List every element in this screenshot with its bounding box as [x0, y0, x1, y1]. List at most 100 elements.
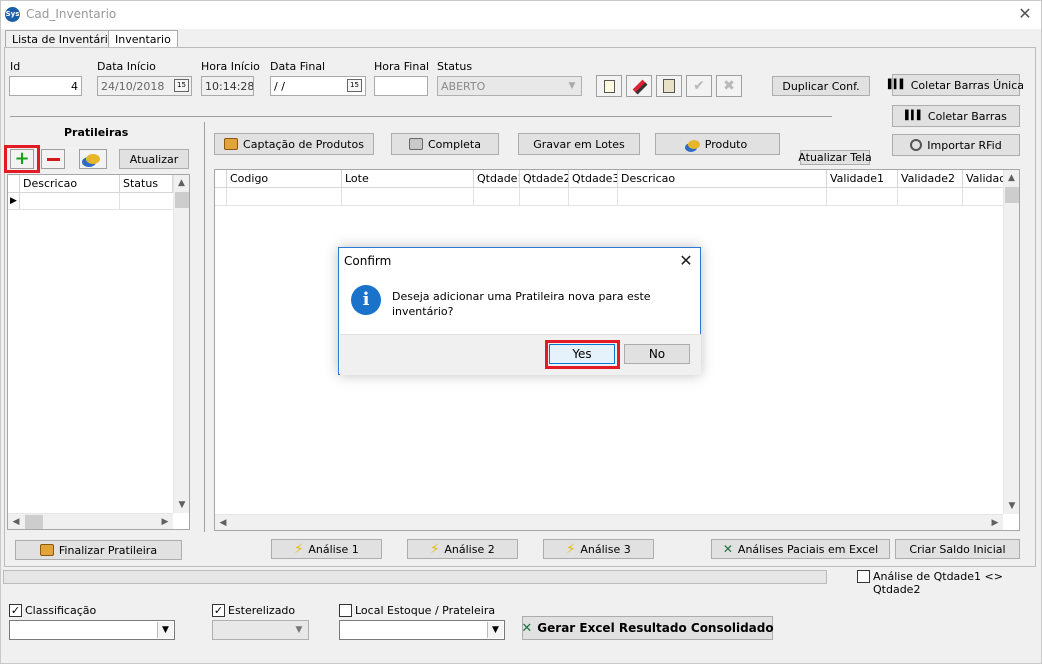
prateleiras-title: Pratileiras [64, 126, 129, 139]
esterelizado-select[interactable]: ▼ [212, 620, 309, 640]
coins-icon [86, 154, 100, 164]
completa-button[interactable]: Completa [391, 133, 499, 155]
column-header[interactable]: Qtdade2 [520, 170, 569, 187]
classificacao-select[interactable]: ▼ [9, 620, 175, 640]
vertical-scrollbar[interactable]: ▲ ▼ [1003, 170, 1019, 514]
scroll-up-icon[interactable]: ▲ [1004, 170, 1019, 186]
scroll-thumb[interactable] [175, 192, 189, 208]
column-header[interactable]: Status [120, 175, 173, 192]
yes-button[interactable]: Yes [549, 344, 615, 364]
local-estoque-label: Local Estoque / Prateleira [355, 604, 496, 617]
scroll-down-icon[interactable]: ▼ [1004, 498, 1019, 514]
calendar-icon[interactable]: 15 [347, 79, 362, 92]
no-button[interactable]: No [624, 344, 690, 364]
scroll-right-icon[interactable]: ▶ [987, 515, 1003, 530]
dialog-close-button[interactable]: ✕ [675, 250, 697, 272]
column-header[interactable]: Validad [963, 170, 1003, 187]
edit-icon [632, 79, 646, 93]
table-cell[interactable] [520, 188, 569, 205]
table-cell[interactable] [898, 188, 963, 205]
table-cell[interactable] [569, 188, 618, 205]
column-header[interactable]: Descricao [618, 170, 827, 187]
local-estoque-checkbox[interactable] [339, 604, 352, 617]
table-cell[interactable] [827, 188, 898, 205]
gerar-excel-button[interactable]: ✕ Gerar Excel Resultado Consolidado [521, 616, 774, 640]
table-cell[interactable] [474, 188, 520, 205]
analises-excel-button[interactable]: ✕ Análises Paciais em Excel [711, 539, 890, 559]
confirm-dialog: Confirm ✕ i Deseja adicionar uma Pratile… [338, 247, 701, 375]
importar-rfid-button[interactable]: Importar RFid [892, 134, 1020, 156]
excel-icon: ✕ [722, 542, 733, 556]
table-row[interactable] [215, 188, 1003, 206]
scroll-up-icon[interactable]: ▲ [174, 175, 189, 191]
lightning-icon: ⚡ [294, 541, 304, 557]
cancel-button[interactable]: ✖ [716, 75, 742, 97]
finalizar-pratileira-button[interactable]: Finalizar Pratileira [15, 540, 182, 560]
clipboard-button[interactable] [656, 75, 682, 97]
captacao-produtos-label: Captação de Produtos [243, 137, 364, 151]
analise-qtdade-checkbox[interactable] [857, 570, 870, 583]
scroll-left-icon[interactable]: ◀ [215, 515, 231, 530]
atualizar-button[interactable]: Atualizar [119, 149, 189, 169]
horizontal-scrollbar[interactable]: ◀ ▶ [215, 514, 1003, 530]
scroll-down-icon[interactable]: ▼ [174, 497, 189, 513]
captacao-produtos-button[interactable]: Captação de Produtos [214, 133, 374, 155]
table-cell[interactable] [20, 193, 120, 209]
calendar-icon[interactable]: 15 [174, 79, 189, 92]
table-cell[interactable] [227, 188, 342, 205]
window-close-button[interactable]: ✕ [1015, 4, 1035, 24]
criar-saldo-inicial-button[interactable]: Criar Saldo Inicial [895, 539, 1020, 559]
scroll-right-icon[interactable]: ▶ [157, 514, 173, 529]
data-final-label: Data Final [270, 60, 326, 73]
id-field[interactable]: 4 [9, 76, 82, 96]
column-header[interactable]: Qtdade1 [474, 170, 520, 187]
hora-final-field[interactable] [374, 76, 428, 96]
table-cell[interactable] [120, 193, 173, 209]
vertical-scrollbar[interactable]: ▲ ▼ [173, 175, 189, 513]
edit-button[interactable] [626, 75, 652, 97]
cancel-icon: ✖ [723, 78, 735, 94]
new-document-button[interactable] [596, 75, 622, 97]
column-header[interactable]: Descricao [20, 175, 120, 192]
analise-1-button[interactable]: ⚡ Análise 1 [271, 539, 382, 559]
duplicar-conf-button[interactable]: Duplicar Conf. [772, 76, 870, 96]
column-header[interactable]: Lote [342, 170, 474, 187]
refresh-stock-button[interactable] [79, 149, 107, 169]
column-header[interactable]: Validade1 [827, 170, 898, 187]
column-header[interactable]: Codigo [227, 170, 342, 187]
window-title: Cad_Inventario [26, 7, 117, 21]
status-label: Status [437, 60, 473, 73]
local-estoque-select[interactable]: ▼ [339, 620, 505, 640]
analise-2-button[interactable]: ⚡ Análise 2 [407, 539, 518, 559]
esterelizado-checkbox[interactable]: ✓ [212, 604, 225, 617]
classificacao-checkbox[interactable]: ✓ [9, 604, 22, 617]
column-header[interactable]: Qtdade3 [569, 170, 618, 187]
produto-button[interactable]: Produto [655, 133, 780, 155]
plus-icon: + [14, 148, 30, 169]
hora-inicio-field[interactable]: 10:14:28 [201, 76, 254, 96]
coletar-barras-button[interactable]: ▌▍▌ Coletar Barras [892, 105, 1020, 127]
hora-inicio-label: Hora Início [201, 60, 260, 73]
dialog-title: Confirm [344, 254, 392, 268]
add-prateleira-button[interactable]: + [10, 149, 34, 169]
minus-icon [46, 157, 60, 161]
column-header[interactable]: Validade2 [898, 170, 963, 187]
confirm-button[interactable]: ✔ [686, 75, 712, 97]
scroll-left-icon[interactable]: ◀ [8, 514, 24, 529]
prateleiras-grid[interactable]: Descricao Status ▶ ▲ ▼ ◀ ▶ [7, 174, 190, 530]
analise-3-button[interactable]: ⚡ Análise 3 [543, 539, 654, 559]
row-pointer-icon: ▶ [8, 193, 20, 209]
completa-label: Completa [428, 137, 481, 151]
table-cell[interactable] [342, 188, 474, 205]
scroll-thumb[interactable] [1005, 187, 1019, 203]
coletar-barras-unica-button[interactable]: ▌▍▌ Coletar Barras Única [888, 74, 1024, 96]
gravar-lotes-button[interactable]: Gravar em Lotes [518, 133, 640, 155]
status-select[interactable]: ABERTO ▼ [437, 76, 582, 96]
scroll-thumb[interactable] [25, 515, 43, 529]
table-cell[interactable] [618, 188, 827, 205]
table-row[interactable]: ▶ [8, 193, 173, 210]
vertical-separator [204, 122, 205, 532]
remove-prateleira-button[interactable] [41, 149, 65, 169]
horizontal-scrollbar[interactable]: ◀ ▶ [8, 513, 173, 529]
atualizar-tela-button[interactable]: Atualizar Tela [798, 150, 872, 165]
